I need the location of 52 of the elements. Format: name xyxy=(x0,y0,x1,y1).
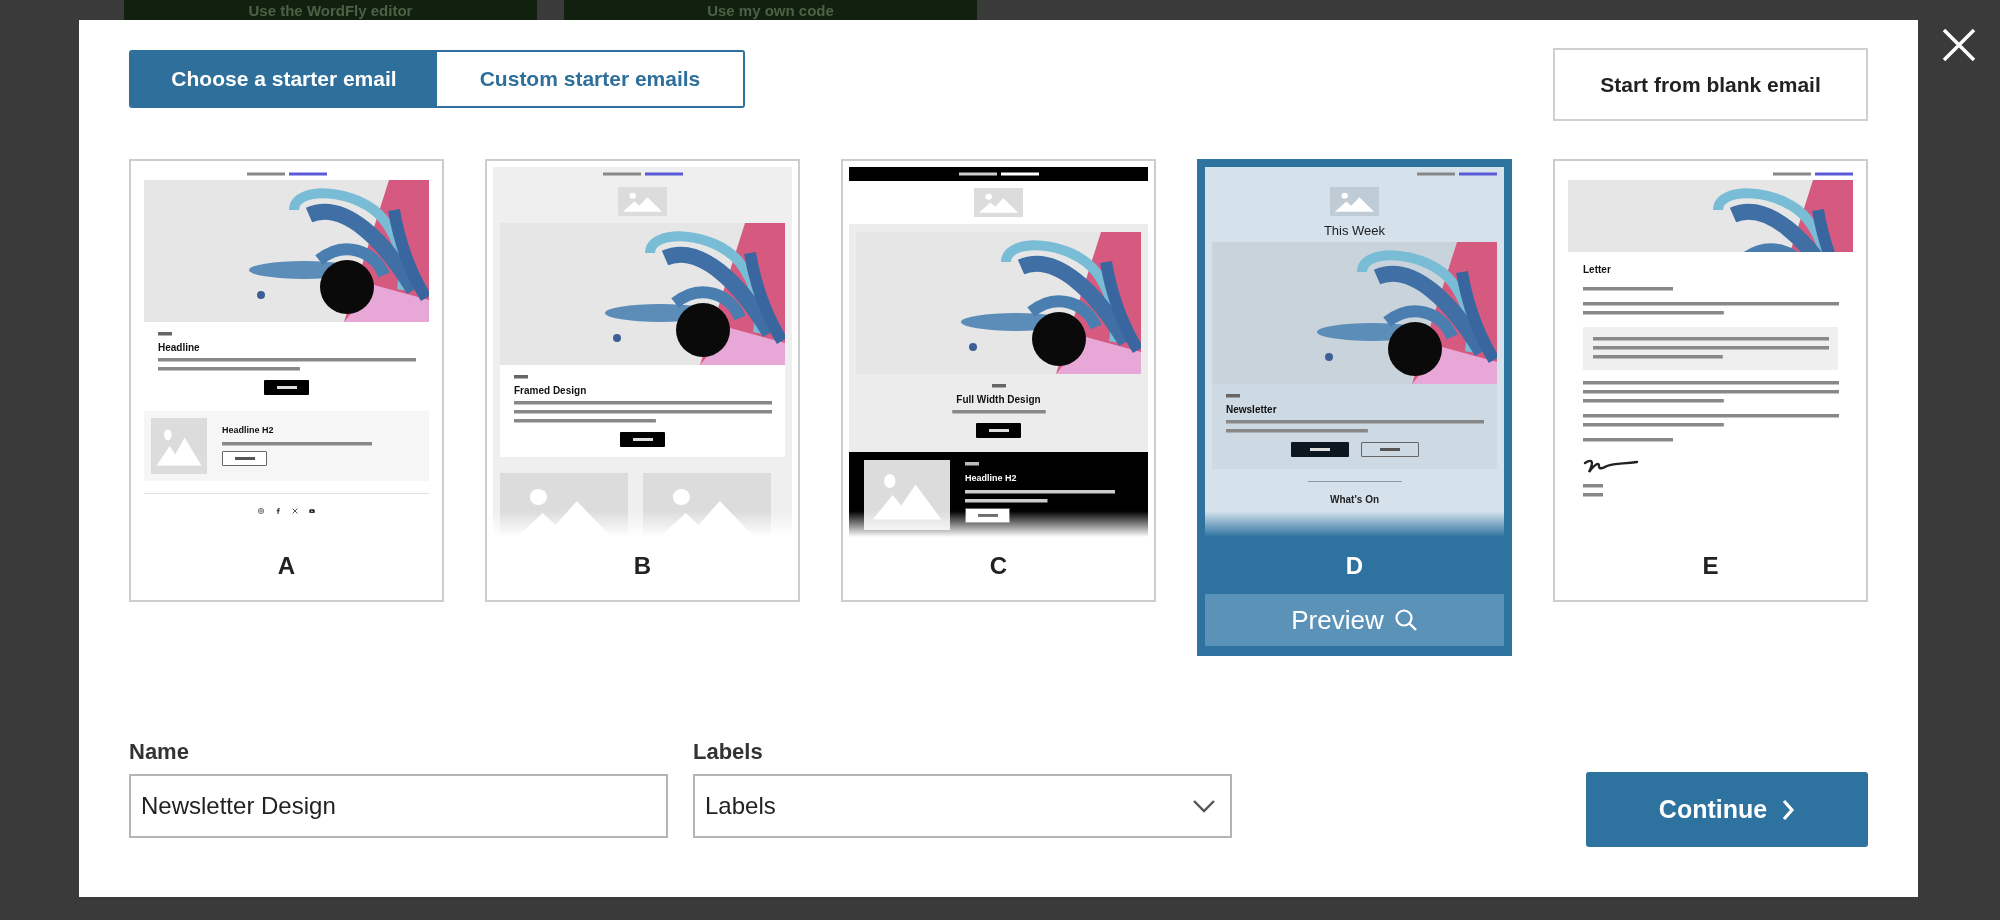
email-button xyxy=(620,432,665,447)
design-letter: D xyxy=(1345,551,1364,580)
close-icon[interactable] xyxy=(1940,26,1978,64)
email-headline: Full Width Design xyxy=(956,393,1041,406)
design-letter: C xyxy=(989,551,1008,580)
design-card[interactable]: Framed Design B xyxy=(485,159,800,602)
play-icon xyxy=(309,508,315,514)
chevron-down-icon xyxy=(1192,799,1216,813)
section-heading: What's On xyxy=(1329,494,1379,505)
text-lines-drawing xyxy=(1226,392,1240,401)
text-lines-drawing xyxy=(158,330,172,339)
text-lines-drawing xyxy=(514,373,528,382)
continue-button[interactable]: Continue xyxy=(1586,772,1868,847)
labels-dropdown[interactable]: Labels xyxy=(693,774,1232,838)
email-headline: Newsletter xyxy=(1226,403,1277,416)
email-button xyxy=(222,451,267,466)
email-button xyxy=(1360,442,1419,457)
name-input[interactable]: Newsletter Design xyxy=(129,774,668,838)
text-lines-drawing xyxy=(1583,482,1603,500)
email-headline: Headline xyxy=(158,341,200,354)
email-button xyxy=(976,423,1021,438)
chevron-right-icon xyxy=(1781,798,1796,821)
email-headline: Framed Design xyxy=(514,384,587,397)
image-placeholder xyxy=(618,187,667,216)
search-icon xyxy=(1393,608,1418,632)
email-subheadline: Headline H2 xyxy=(965,473,1017,484)
design-card[interactable]: Headline Headline H2 A xyxy=(129,159,444,602)
text-lines-drawing xyxy=(991,382,1006,391)
blank-email-button[interactable]: Start from blank email xyxy=(1553,48,1868,121)
signature-drawing xyxy=(1583,458,1639,474)
email-headline: Letter xyxy=(1582,263,1612,277)
field-label: Labels xyxy=(693,739,763,765)
design-letter: B xyxy=(633,551,652,580)
design-letter: A xyxy=(277,551,296,580)
email-title: This Week xyxy=(1322,223,1387,240)
tab[interactable]: Choose a starter email xyxy=(131,52,437,106)
email-subheadline: Headline H2 xyxy=(222,425,274,436)
design-card[interactable]: This Week Newsletter What's On D Preview xyxy=(1197,159,1512,656)
design-letter: E xyxy=(1702,551,1719,580)
email-button xyxy=(264,380,309,395)
email-button xyxy=(965,508,1010,523)
text-lines-drawing xyxy=(965,460,979,469)
image-placeholder xyxy=(1330,187,1379,216)
email-button xyxy=(1290,442,1349,457)
x-icon xyxy=(292,508,298,514)
facebook-icon xyxy=(275,508,281,514)
image-placeholder xyxy=(151,418,207,474)
field-label: Name xyxy=(129,739,189,765)
camera-icon xyxy=(258,508,264,514)
design-card[interactable]: Full Width Design Headline H2 C xyxy=(841,159,1156,602)
image-placeholder xyxy=(974,188,1023,217)
design-card[interactable]: Letter E xyxy=(1553,159,1868,602)
